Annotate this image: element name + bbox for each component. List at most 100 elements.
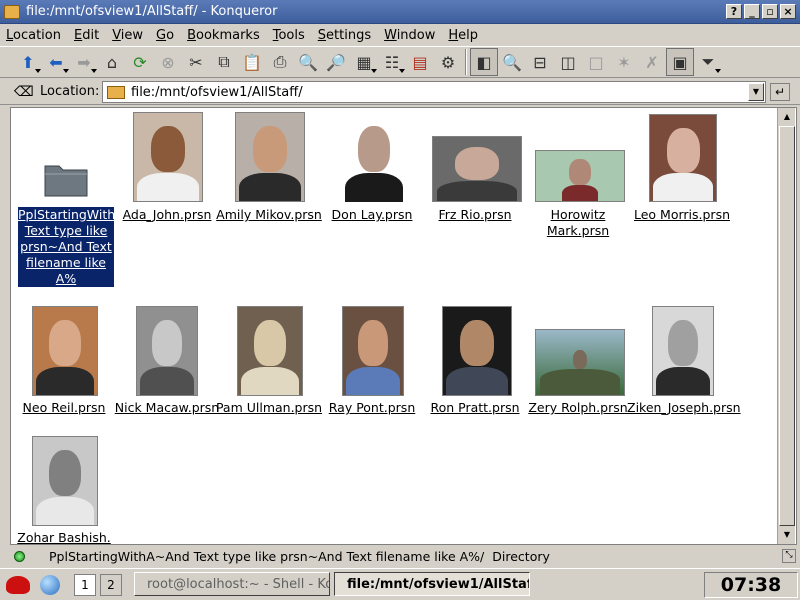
icon-view-icon[interactable]: ▦ xyxy=(350,48,378,76)
photo-thumbnail xyxy=(432,136,522,202)
remove-icon[interactable]: ✗ xyxy=(638,48,666,76)
desktop-1-button[interactable]: 1 xyxy=(74,573,96,596)
menu-window[interactable]: Window xyxy=(384,28,435,43)
find-icon[interactable]: 🔍 xyxy=(498,48,526,76)
file-name[interactable]: Zery Rolph.prsn xyxy=(523,400,633,416)
split-vertical-icon[interactable]: ◫ xyxy=(554,48,582,76)
close-button[interactable]: × xyxy=(780,4,796,19)
scroll-down-icon[interactable]: ▼ xyxy=(779,527,795,543)
up-icon[interactable]: ⬆ xyxy=(14,48,42,76)
redhat-menu-icon[interactable] xyxy=(6,575,30,594)
menu-location[interactable]: Location xyxy=(6,28,61,43)
resize-grip-icon[interactable]: ⤡ xyxy=(782,549,796,563)
task-label: root@localhost:~ - Shell - Ko xyxy=(147,576,330,592)
clear-location-icon[interactable]: ⌫ xyxy=(14,84,34,100)
location-value: file:/mnt/ofsview1/AllStaff/ xyxy=(131,84,303,100)
task-shell[interactable]: root@localhost:~ - Shell - Ko xyxy=(134,572,330,596)
photo-thumbnail xyxy=(342,112,406,202)
scroll-up-icon[interactable]: ▲ xyxy=(779,109,795,125)
photo-thumbnail xyxy=(535,329,625,396)
photo-thumbnail xyxy=(237,306,303,396)
file-name[interactable]: Ada_John.prsn xyxy=(112,207,222,223)
cut-icon[interactable]: ✂ xyxy=(182,48,210,76)
back-icon[interactable]: ⬅ xyxy=(42,48,70,76)
menu-go[interactable]: Go xyxy=(156,28,174,43)
photo-thumbnail xyxy=(442,306,512,396)
print-icon[interactable]: ⎙ xyxy=(266,48,294,76)
status-led-icon xyxy=(14,550,25,562)
zoom-in-icon[interactable]: 🔍 xyxy=(294,48,322,76)
minimize-button[interactable]: _ xyxy=(744,4,760,19)
photo-thumbnail xyxy=(235,112,305,202)
clock[interactable]: 07:38 pm xyxy=(704,572,798,600)
menu-bar: Location Edit View Go Bookmarks Tools Se… xyxy=(0,24,800,46)
browser-launcher-icon[interactable] xyxy=(40,574,60,595)
tree-view-icon[interactable]: ☷ xyxy=(378,48,406,76)
status-bar: PplStartingWithA~And Text type like prsn… xyxy=(0,547,800,565)
gear-icon[interactable]: ⚙ xyxy=(434,48,462,76)
firewall-icon[interactable]: ▤ xyxy=(406,48,434,76)
photo-thumbnail xyxy=(535,150,625,202)
status-kind: Directory xyxy=(492,548,550,564)
sidebar-icon[interactable]: ◧ xyxy=(470,48,498,76)
zoom-out-icon[interactable]: 🔎 xyxy=(322,48,350,76)
paste-icon[interactable]: 📋 xyxy=(238,48,266,76)
filter-icon[interactable]: ⏷ xyxy=(694,48,722,76)
folder-icon xyxy=(4,4,20,19)
home-icon[interactable]: ⌂ xyxy=(98,48,126,76)
file-name[interactable]: Frz Rio.prsn xyxy=(420,207,530,223)
file-name[interactable]: Ziken_Joseph.prsn xyxy=(627,400,741,416)
copy-icon[interactable]: ⧉ xyxy=(210,48,238,76)
stop-icon[interactable]: ⊗ xyxy=(154,48,182,76)
chevron-down-icon[interactable]: ▼ xyxy=(748,83,764,101)
file-name[interactable]: Ron Pratt.prsn xyxy=(420,400,530,416)
help-button[interactable]: ? xyxy=(726,4,742,19)
photo-thumbnail xyxy=(32,436,98,526)
folder-icon xyxy=(107,85,125,99)
menu-view[interactable]: View xyxy=(112,28,143,43)
file-name[interactable]: Neo Reil.prsn xyxy=(9,400,119,416)
photo-thumbnail xyxy=(342,306,404,396)
location-label: Location: xyxy=(40,84,100,99)
forward-icon[interactable]: ➡ xyxy=(70,48,98,76)
new-item-icon[interactable]: ✶ xyxy=(610,48,638,76)
photo-thumbnail xyxy=(133,112,203,202)
menu-bookmarks[interactable]: Bookmarks xyxy=(187,28,260,43)
photo-thumbnail xyxy=(136,306,198,396)
reload-icon[interactable]: ⟳ xyxy=(126,48,154,76)
split-horizontal-icon[interactable]: ⊟ xyxy=(526,48,554,76)
menu-help[interactable]: Help xyxy=(448,28,478,43)
go-button[interactable]: ↵ xyxy=(770,83,790,101)
photo-thumbnail xyxy=(652,306,714,396)
task-label: file:/mnt/ofsview1/AllStaff/ - xyxy=(347,576,530,592)
photo-thumbnail xyxy=(649,114,717,202)
task-konqueror[interactable]: file:/mnt/ofsview1/AllStaff/ - xyxy=(334,572,530,596)
file-name[interactable]: Horowitz Mark.prsn xyxy=(523,207,633,239)
file-name[interactable]: PplStartingWithA~And Text type like prsn… xyxy=(17,206,159,288)
desktop-2-button[interactable]: 2 xyxy=(100,573,122,596)
menu-tools[interactable]: Tools xyxy=(273,28,305,43)
file-name[interactable]: Amily Mikov.prsn xyxy=(214,207,324,223)
menu-edit[interactable]: Edit xyxy=(74,28,99,43)
vertical-scrollbar[interactable]: ▲ ▼ xyxy=(777,108,795,544)
maximize-button[interactable]: ▫ xyxy=(762,4,778,19)
scroll-thumb[interactable] xyxy=(779,126,795,526)
file-name[interactable]: Zohar Bashish. xyxy=(9,530,119,546)
location-input[interactable]: file:/mnt/ofsview1/AllStaff/ ▼ xyxy=(102,81,766,103)
photo-thumbnail xyxy=(32,306,98,396)
file-name[interactable]: Pam Ullman.prsn xyxy=(214,400,324,416)
folder-icon xyxy=(43,156,89,198)
blank-icon[interactable]: □ xyxy=(582,48,610,76)
menu-settings[interactable]: Settings xyxy=(318,28,371,43)
status-message: PplStartingWithA~And Text type like prsn… xyxy=(49,548,485,564)
window-title: file:/mnt/ofsview1/AllStaff/ - Konqueror xyxy=(26,4,278,19)
file-name[interactable]: Ray Pont.prsn xyxy=(317,400,427,416)
file-name[interactable]: Leo Morris.prsn xyxy=(627,207,737,223)
file-name[interactable]: Nick Macaw.prsn xyxy=(112,400,222,416)
location-bar: ⌫ Location: file:/mnt/ofsview1/AllStaff/… xyxy=(0,79,800,105)
title-bar[interactable]: file:/mnt/ofsview1/AllStaff/ - Konqueror… xyxy=(0,0,800,24)
file-name[interactable]: Don Lay.prsn xyxy=(317,207,427,223)
toolbar-separator xyxy=(465,49,467,75)
main-toolbar: ⬆ ⬅ ➡ ⌂ ⟳ ⊗ ✂ ⧉ 📋 ⎙ 🔍 🔎 ▦ ☷ ▤ ⚙ ◧ 🔍 ⊟ ◫ … xyxy=(0,46,800,78)
preview-icon[interactable]: ▣ xyxy=(666,48,694,76)
